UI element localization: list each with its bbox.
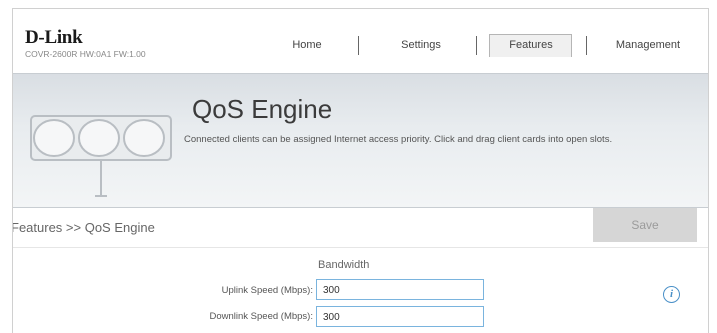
page-frame: D-Link COVR-2600R HW:0A1 FW:1.00 Home Se… <box>12 8 709 333</box>
bandwidth-section-title: Bandwidth <box>318 259 370 271</box>
page-title: QoS Engine <box>192 94 333 124</box>
device-model: COVR-2600R HW:0A1 FW:1.00 <box>25 49 146 59</box>
breadcrumb-bar: Features >> QoS Engine Save <box>12 208 708 248</box>
uplink-speed-label: Uplink Speed (Mbps): <box>221 285 313 296</box>
brand-logo[interactable]: D-Link <box>25 27 83 49</box>
uplink-label-wrap: Uplink Speed (Mbps): <box>153 285 313 299</box>
qos-lights-icon <box>19 88 179 208</box>
nav-divider <box>358 36 359 55</box>
info-icon[interactable]: i <box>663 286 680 303</box>
uplink-speed-input[interactable]: 300 <box>316 279 484 300</box>
feature-banner: QoS Engine Connected clients can be assi… <box>13 73 708 208</box>
nav-item-management[interactable]: Management <box>603 39 693 51</box>
downlink-label-wrap: Downlink Speed (Mbps): <box>153 311 314 325</box>
downlink-speed-input[interactable]: 300 <box>316 306 484 327</box>
nav-item-home[interactable]: Home <box>282 39 332 51</box>
downlink-speed-label: Downlink Speed (Mbps): <box>209 311 314 322</box>
header: D-Link COVR-2600R HW:0A1 FW:1.00 Home Se… <box>13 9 708 73</box>
save-button[interactable]: Save <box>593 208 697 242</box>
nav-item-features[interactable]: Features <box>499 39 563 51</box>
nav-item-settings[interactable]: Settings <box>391 39 451 51</box>
breadcrumb: Features >> QoS Engine <box>12 220 155 235</box>
nav-divider <box>476 36 477 55</box>
page-description: Connected clients can be assigned Intern… <box>184 134 613 145</box>
nav-divider <box>586 36 587 55</box>
